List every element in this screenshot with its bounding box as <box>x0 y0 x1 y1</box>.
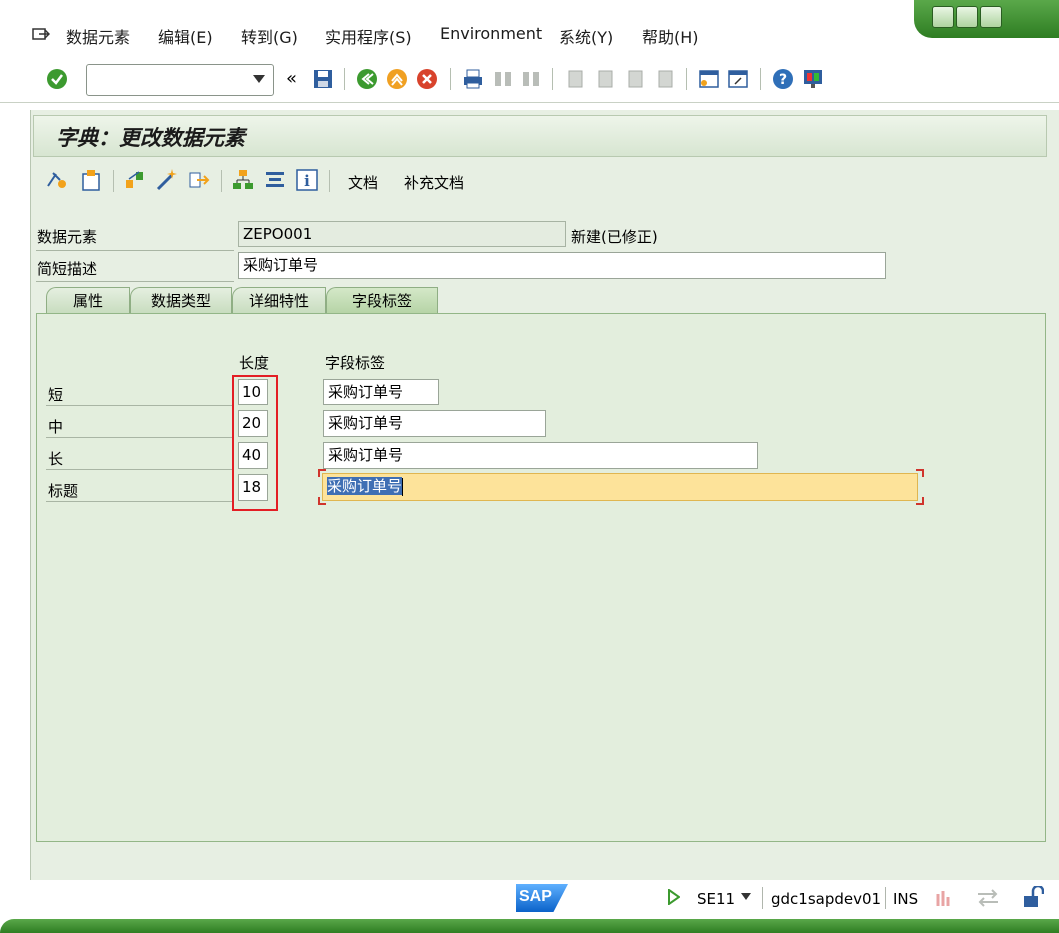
divider <box>36 281 234 282</box>
divider <box>46 469 232 470</box>
maximize-icon[interactable] <box>956 6 978 28</box>
divider <box>46 501 232 502</box>
transfer-icon <box>978 889 998 907</box>
help-icon[interactable]: ? <box>772 68 794 90</box>
hierarchy-icon[interactable] <box>231 168 255 192</box>
first-page-icon[interactable] <box>564 68 586 90</box>
new-session-icon[interactable] <box>698 68 720 90</box>
status-text: 新建(已修正) <box>571 228 658 246</box>
customize-icon[interactable] <box>802 68 824 90</box>
collapse-icon[interactable]: « <box>286 68 297 89</box>
menu-edit[interactable]: 编辑(E) <box>158 24 213 48</box>
page-title: 字典：更改数据元素 <box>56 125 245 150</box>
find-icon[interactable] <box>492 68 514 90</box>
last-page-icon[interactable] <box>654 68 676 90</box>
info-icon[interactable]: i <box>295 168 319 192</box>
minimize-icon[interactable] <box>932 6 954 28</box>
length-column-header: 长度 <box>239 354 270 372</box>
long-label-field[interactable]: 采购订单号 <box>323 442 758 469</box>
divider <box>46 405 232 406</box>
display-change-icon[interactable] <box>45 168 69 192</box>
data-element-label: 数据元素 <box>37 228 98 246</box>
find-next-icon[interactable] <box>520 68 542 90</box>
next-page-icon[interactable] <box>624 68 646 90</box>
close-icon[interactable] <box>980 6 1002 28</box>
divider <box>762 887 763 909</box>
where-used-icon[interactable] <box>187 168 211 192</box>
application-toolbar: i 文档 补充文档 <box>33 158 1045 202</box>
focus-brackets <box>318 469 924 505</box>
shortcut-icon[interactable] <box>727 68 749 90</box>
menu-bar: 数据元素 编辑(E) 转到(G) 实用程序(S) Environment 系统(… <box>0 0 1059 59</box>
enter-icon[interactable] <box>46 68 68 90</box>
row-label-heading: 标题 <box>48 482 79 500</box>
transaction-code: SE11 <box>697 890 736 908</box>
medium-label-field[interactable]: 采购订单号 <box>323 410 546 437</box>
divider <box>885 887 886 909</box>
length-highlight-box <box>232 375 278 511</box>
exit-icon[interactable] <box>386 68 408 90</box>
row-label-medium: 中 <box>48 418 64 436</box>
window-controls <box>914 0 1059 38</box>
menu-system[interactable]: 系统(Y) <box>559 24 613 48</box>
menu-help[interactable]: 帮助(H) <box>642 24 699 48</box>
list-icon[interactable] <box>263 168 287 192</box>
field-label-column-header: 字段标签 <box>325 354 386 372</box>
short-description-label: 简短描述 <box>37 260 98 278</box>
short-description-field[interactable]: 采购订单号 <box>238 252 886 279</box>
other-object-icon[interactable] <box>79 168 103 192</box>
divider <box>46 437 232 438</box>
tab-data-type[interactable]: 数据类型 <box>130 287 232 314</box>
server-name: gdc1sapdev01 <box>771 890 882 908</box>
chevron-down-icon[interactable] <box>741 893 751 900</box>
insert-mode: INS <box>893 890 919 908</box>
menu-utilities[interactable]: 实用程序(S) <box>325 24 412 48</box>
check-icon[interactable] <box>123 168 147 192</box>
title-bar: 字典：更改数据元素 <box>33 115 1047 157</box>
prev-page-icon[interactable] <box>594 68 616 90</box>
save-icon[interactable] <box>312 68 334 90</box>
row-label-long: 长 <box>48 450 64 468</box>
svg-text:i: i <box>304 172 310 190</box>
play-icon[interactable] <box>668 889 680 905</box>
tab-attributes[interactable]: 属性 <box>46 287 130 314</box>
menu-icon[interactable] <box>32 26 50 42</box>
tab-field-label[interactable]: 字段标签 <box>326 287 438 314</box>
supplementary-documentation-button[interactable]: 补充文档 <box>404 172 464 193</box>
field-label-panel <box>36 313 1046 842</box>
activate-icon[interactable] <box>155 168 179 192</box>
cancel-icon[interactable] <box>416 68 438 90</box>
short-label-field[interactable]: 采购订单号 <box>323 379 439 405</box>
menu-goto[interactable]: 转到(G) <box>241 24 298 48</box>
bottom-border <box>0 919 1059 933</box>
menu-environment[interactable]: Environment <box>440 24 542 43</box>
unlock-icon[interactable] <box>1022 886 1044 908</box>
activity-icon <box>936 891 950 906</box>
chevron-down-icon[interactable] <box>253 75 265 83</box>
system-toolbar: « ? <box>0 58 1059 103</box>
back-icon[interactable] <box>356 68 378 90</box>
menu-data-element[interactable]: 数据元素 <box>66 24 130 48</box>
print-icon[interactable] <box>462 68 484 90</box>
row-label-short: 短 <box>48 386 64 404</box>
documentation-button[interactable]: 文档 <box>348 172 378 193</box>
divider <box>36 250 234 251</box>
data-element-field[interactable]: ZEPO001 <box>238 221 566 247</box>
svg-text:?: ? <box>779 72 787 88</box>
tab-further-characteristics[interactable]: 详细特性 <box>232 287 326 314</box>
command-field[interactable] <box>86 64 274 96</box>
